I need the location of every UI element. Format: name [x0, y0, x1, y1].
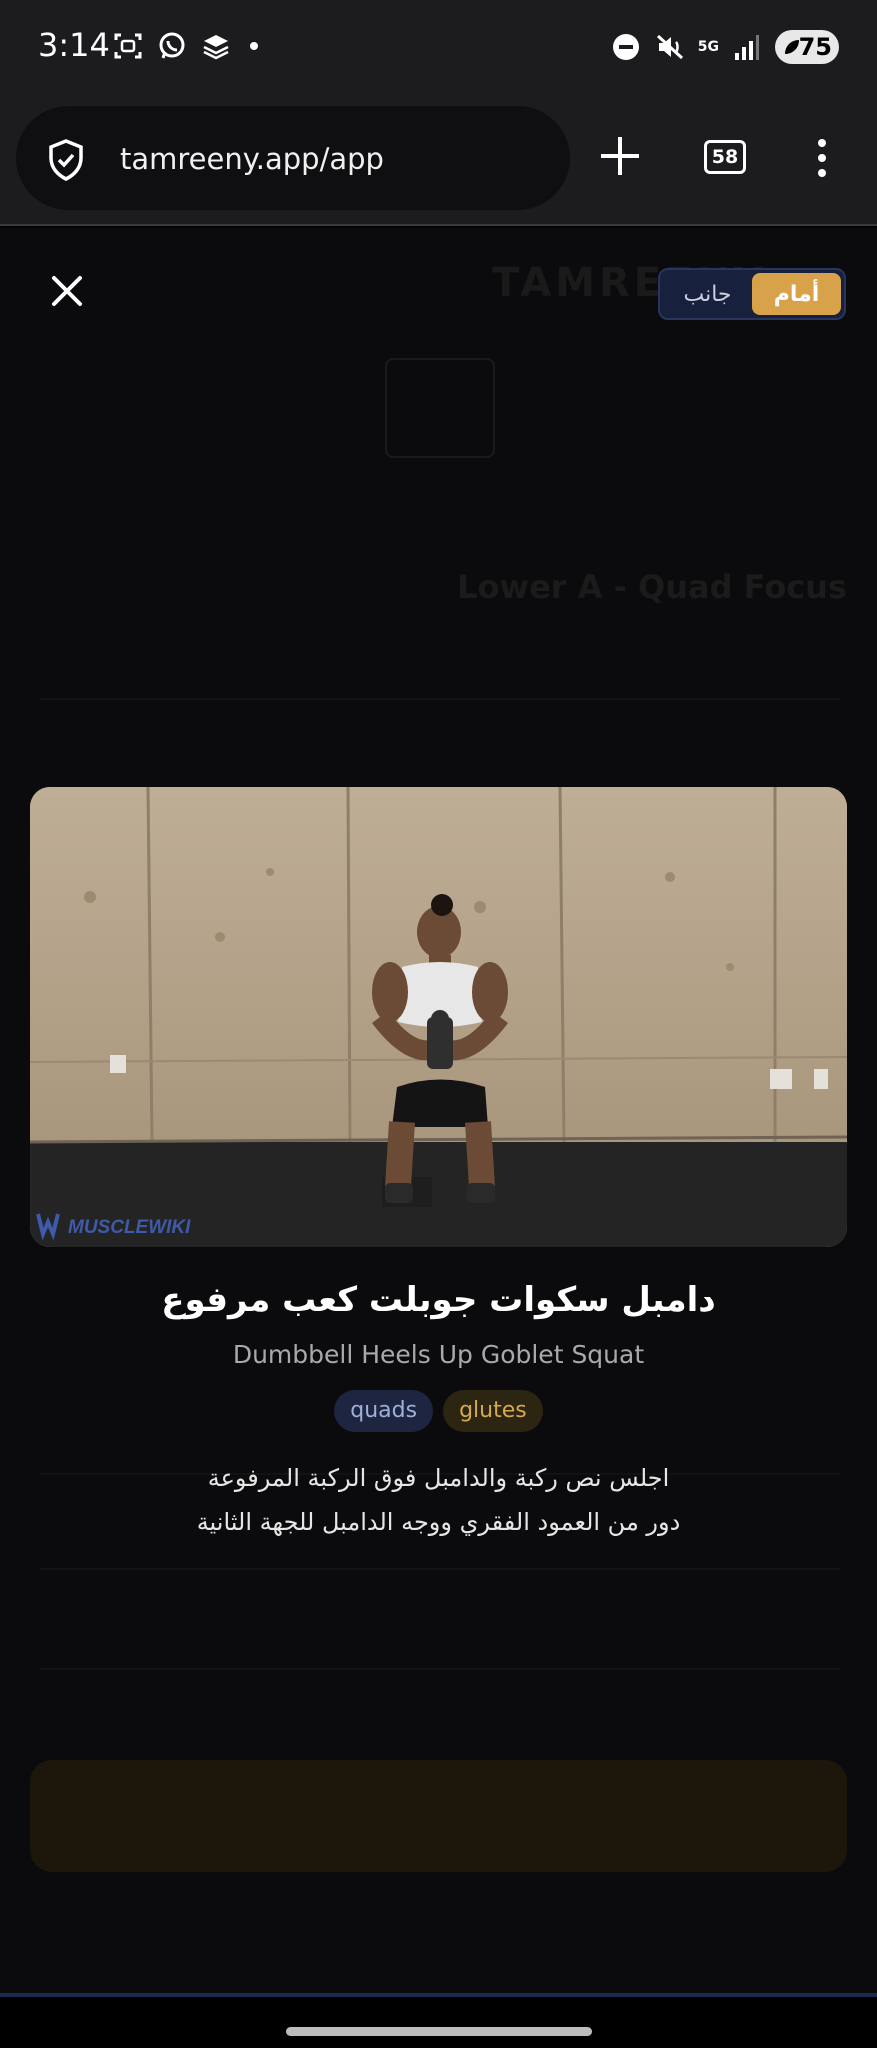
plus-icon[interactable]: [598, 134, 642, 178]
exercise-name-arabic: دامبل سكوات جوبلت كعب مرفوع: [161, 1280, 716, 1320]
status-notifications: [112, 30, 258, 62]
exercise-name-english: Dumbbell Heels Up Goblet Squat: [232, 1340, 645, 1369]
bg-day-strip: [50, 358, 830, 458]
bg-day: [760, 358, 830, 428]
home-gesture-handle[interactable]: [286, 2027, 592, 2036]
battery-indicator: 75: [775, 30, 839, 64]
battery-saver-icon: [785, 40, 799, 54]
tag-glutes: glutes: [443, 1390, 543, 1432]
network-type: 5G: [697, 38, 719, 55]
view-front-button[interactable]: أمام: [752, 273, 841, 315]
bg-workout-title: Lower A - Quad Focus: [457, 568, 847, 606]
exercise-instructions: اجلس نص ركبة والدامبل فوق الركبة المرفوع…: [0, 1456, 877, 1544]
view-side-button[interactable]: جانب: [663, 273, 752, 315]
bg-day: [648, 358, 718, 428]
bg-day: [50, 358, 120, 428]
instruction-line-1: اجلس نص ركبة والدامبل فوق الركبة المرفوع…: [207, 1464, 670, 1492]
system-navigation-bar: [0, 1997, 877, 2048]
more-notifications-dot: [250, 42, 258, 50]
signal-icon: [731, 31, 763, 63]
whatsapp-icon: [156, 30, 188, 62]
bg-day: [162, 358, 232, 428]
stack-app-icon: [200, 30, 232, 62]
do-not-disturb-icon: [610, 31, 642, 63]
mute-icon: [654, 31, 686, 63]
bg-day: [537, 358, 607, 428]
view-angle-toggle[interactable]: أمام جانب: [658, 268, 846, 320]
exercise-video[interactable]: MUSCLEWIKI: [30, 787, 847, 1247]
bg-start-button: [30, 1760, 847, 1872]
status-time: 3:14: [38, 26, 110, 64]
bg-day: [273, 358, 343, 428]
tab-switcher-button[interactable]: 58: [704, 140, 746, 174]
instruction-line-2: دور من العمود الفقري ووجه الدامبل للجهة …: [196, 1508, 681, 1536]
bg-bottom-nav: [0, 1868, 877, 1993]
status-system-icons: 5G 75: [610, 30, 839, 64]
status-bar: 3:14 5G 75: [0, 0, 877, 100]
svg-text:MUSCLEWIKI: MUSCLEWIKI: [68, 1217, 191, 1238]
screen-capture-icon: [112, 30, 144, 62]
bg-day-selected: [384, 358, 495, 458]
tag-quads: quads: [334, 1390, 434, 1432]
exercise-demo-image[interactable]: MUSCLEWIKI: [30, 787, 847, 1247]
address-bar[interactable]: tamreeny.app/app: [16, 106, 570, 210]
battery-level: 75: [798, 33, 832, 61]
more-vert-icon[interactable]: [816, 138, 828, 178]
muscle-tags: quads glutes: [0, 1390, 877, 1432]
browser-toolbar: tamreeny.app/app 58: [0, 100, 877, 226]
shield-icon[interactable]: [46, 138, 86, 182]
close-icon[interactable]: [48, 272, 86, 310]
url-text[interactable]: tamreeny.app/app: [120, 142, 384, 176]
